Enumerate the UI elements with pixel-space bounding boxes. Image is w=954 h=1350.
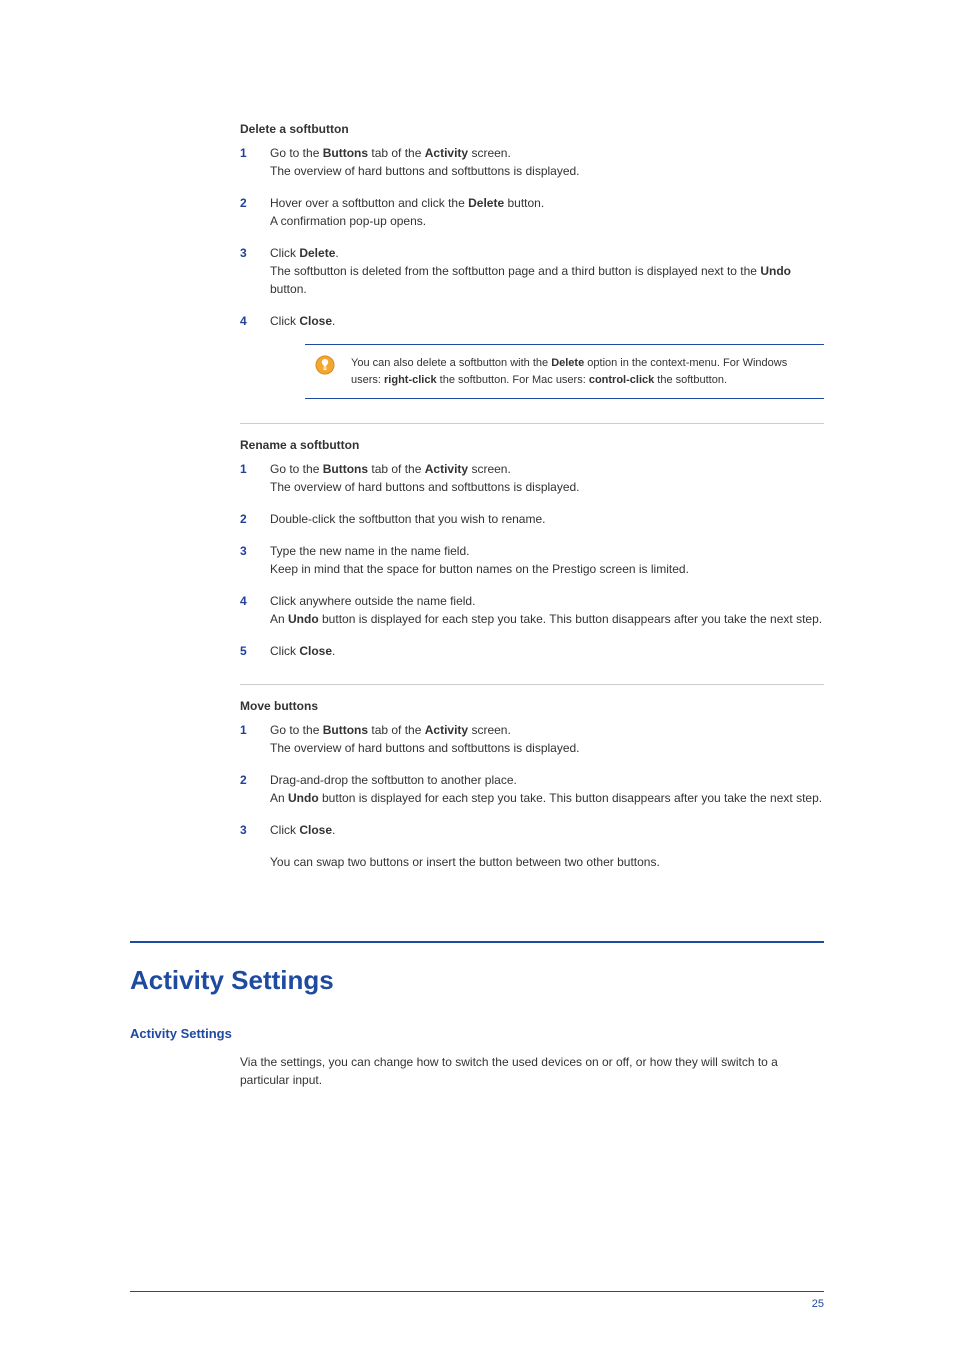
- steps-move-buttons: 1 Go to the Buttons tab of the Activity s…: [240, 721, 824, 839]
- step-number: 5: [240, 642, 247, 660]
- step-text: Drag-and-drop the softbutton to another …: [270, 773, 822, 805]
- step-item: 3 Click Delete.The softbutton is deleted …: [240, 244, 824, 298]
- step-item: 2 Hover over a softbutton and click the D…: [240, 194, 824, 230]
- step-number: 1: [240, 721, 247, 739]
- step-number: 3: [240, 244, 247, 262]
- divider: [240, 684, 824, 685]
- steps-delete-softbutton: 1 Go to the Buttons tab of the Activity s…: [240, 144, 824, 330]
- step-number: 4: [240, 592, 247, 610]
- page-footer: 25: [130, 1283, 824, 1310]
- step-text: Click Close.: [270, 823, 335, 837]
- step-text: Click Close.: [270, 314, 335, 328]
- step-item: 4 Click Close.: [240, 312, 824, 330]
- page-number: 25: [130, 1298, 824, 1310]
- footer-divider: [130, 1291, 824, 1292]
- step-text: Go to the Buttons tab of the Activity sc…: [270, 723, 580, 755]
- step-text: Click Close.: [270, 644, 335, 658]
- step-number: 3: [240, 542, 247, 560]
- divider: [240, 423, 824, 424]
- chapter-divider: [130, 941, 824, 943]
- step-text: Click Delete.The softbutton is deleted f…: [270, 246, 791, 296]
- step-item: 1 Go to the Buttons tab of the Activity s…: [240, 721, 824, 757]
- step-text: Go to the Buttons tab of the Activity sc…: [270, 146, 580, 178]
- step-item: 2 Double-click the softbutton that you wi…: [240, 510, 824, 528]
- step-number: 3: [240, 821, 247, 839]
- note-text: You can swap two buttons or insert the b…: [270, 853, 824, 871]
- step-item: 3 Click Close.: [240, 821, 824, 839]
- heading-rename-softbutton: Rename a softbutton: [240, 438, 824, 452]
- step-text: Go to the Buttons tab of the Activity sc…: [270, 462, 580, 494]
- step-number: 4: [240, 312, 247, 330]
- steps-rename-softbutton: 1 Go to the Buttons tab of the Activity s…: [240, 460, 824, 660]
- step-number: 2: [240, 510, 247, 528]
- chapter-subheading: Activity Settings: [130, 1026, 824, 1041]
- step-item: 5 Click Close.: [240, 642, 824, 660]
- step-text: Double-click the softbutton that you wis…: [270, 512, 545, 526]
- step-number: 2: [240, 771, 247, 789]
- tip-box: You can also delete a softbutton with th…: [305, 344, 824, 399]
- tip-text: You can also delete a softbutton with th…: [351, 357, 787, 386]
- step-item: 3 Type the new name in the name field.Kee…: [240, 542, 824, 578]
- chapter-intro: Via the settings, you can change how to …: [130, 1053, 824, 1089]
- step-number: 2: [240, 194, 247, 212]
- step-text: Hover over a softbutton and click the De…: [270, 196, 544, 228]
- chapter-title: Activity Settings: [130, 965, 824, 996]
- heading-delete-softbutton: Delete a softbutton: [240, 122, 824, 136]
- step-number: 1: [240, 144, 247, 162]
- step-item: 4 Click anywhere outside the name field.A…: [240, 592, 824, 628]
- step-item: 1 Go to the Buttons tab of the Activity s…: [240, 144, 824, 180]
- heading-move-buttons: Move buttons: [240, 699, 824, 713]
- lightbulb-icon: [315, 355, 335, 375]
- step-item: 1 Go to the Buttons tab of the Activity s…: [240, 460, 824, 496]
- step-text: Click anywhere outside the name field.An…: [270, 594, 822, 626]
- step-text: Type the new name in the name field.Keep…: [270, 544, 689, 576]
- step-item: 2 Drag-and-drop the softbutton to another…: [240, 771, 824, 807]
- step-number: 1: [240, 460, 247, 478]
